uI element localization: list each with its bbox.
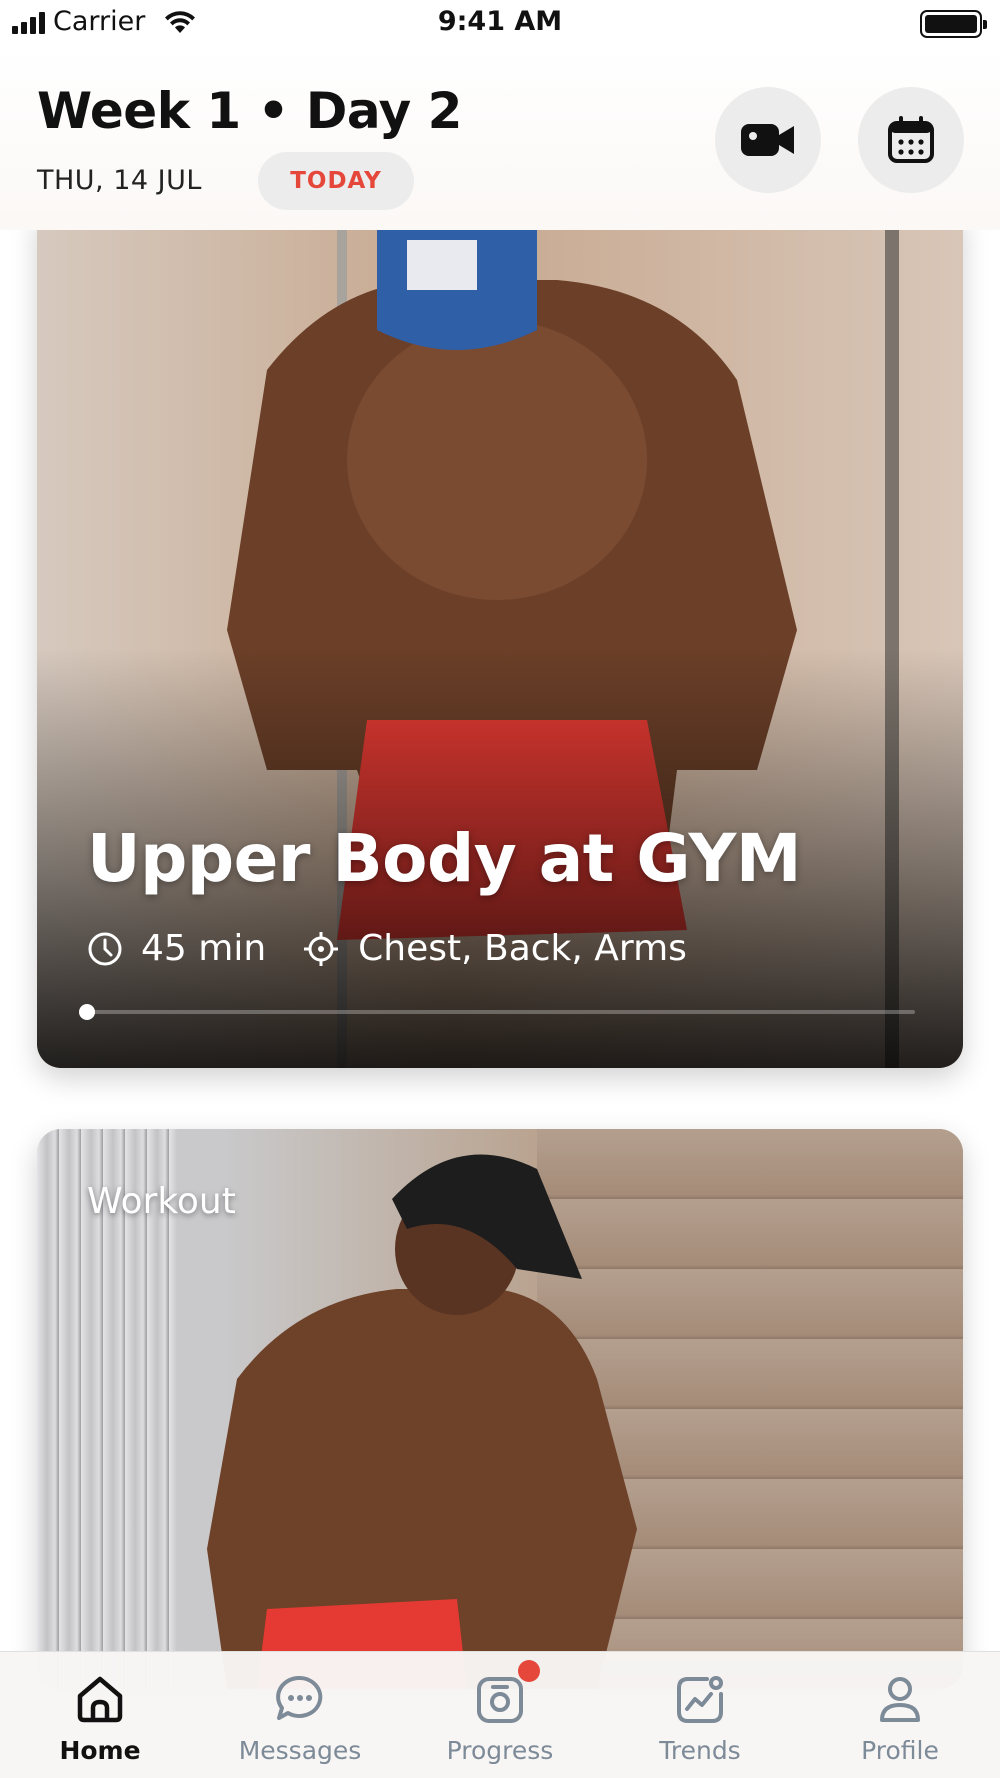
today-badge[interactable]: TODAY (258, 152, 414, 210)
tab-trends-label: Trends (659, 1736, 741, 1765)
notification-badge (518, 1660, 540, 1682)
workout-meta: 45 min Chest, Back, Arms (87, 928, 687, 969)
workout-card-secondary[interactable]: Workout (37, 1129, 963, 1689)
trends-icon (677, 1676, 723, 1723)
tab-trends[interactable]: Trends (600, 1652, 800, 1778)
card-category-label: Workout (87, 1181, 236, 1222)
header-date: THU, 14 JUL (37, 165, 202, 196)
page-title: Week 1 • Day 2 (37, 82, 462, 140)
video-camera-icon (741, 124, 794, 156)
tab-progress[interactable]: Progress (400, 1652, 600, 1778)
tab-home-label: Home (59, 1736, 141, 1765)
tab-profile-label: Profile (861, 1736, 939, 1765)
workout-duration: 45 min (141, 928, 267, 969)
profile-icon (880, 1677, 920, 1722)
tab-progress-label: Progress (446, 1736, 554, 1765)
calendar-button[interactable] (858, 87, 964, 193)
status-time: 9:41 AM (437, 6, 563, 37)
camera-icon (477, 1677, 523, 1723)
home-icon (77, 1676, 123, 1723)
header: Week 1 • Day 2 THU, 14 JUL TODAY (0, 48, 1000, 230)
workout-progress-track (79, 1004, 915, 1020)
tab-bar: Home Messages Progress Trends Profile (0, 1651, 1000, 1778)
video-button[interactable] (715, 87, 821, 193)
battery-icon (920, 10, 987, 38)
chat-icon (276, 1675, 323, 1720)
tab-home[interactable]: Home (0, 1652, 200, 1778)
clock-icon (87, 931, 123, 967)
workout-progress-handle (79, 1004, 95, 1020)
workout-card[interactable]: Upper Body at GYM 45 min Chest, Back, Ar… (37, 210, 963, 1068)
tab-messages[interactable]: Messages (200, 1652, 400, 1778)
calendar-icon (888, 116, 934, 163)
tab-profile[interactable]: Profile (800, 1652, 1000, 1778)
tab-messages-label: Messages (238, 1736, 362, 1765)
target-icon (302, 930, 340, 968)
workout-focus: Chest, Back, Arms (358, 928, 687, 969)
workout-title: Upper Body at GYM (87, 820, 802, 897)
status-bar: Carrier 9:41 AM (0, 0, 1000, 48)
